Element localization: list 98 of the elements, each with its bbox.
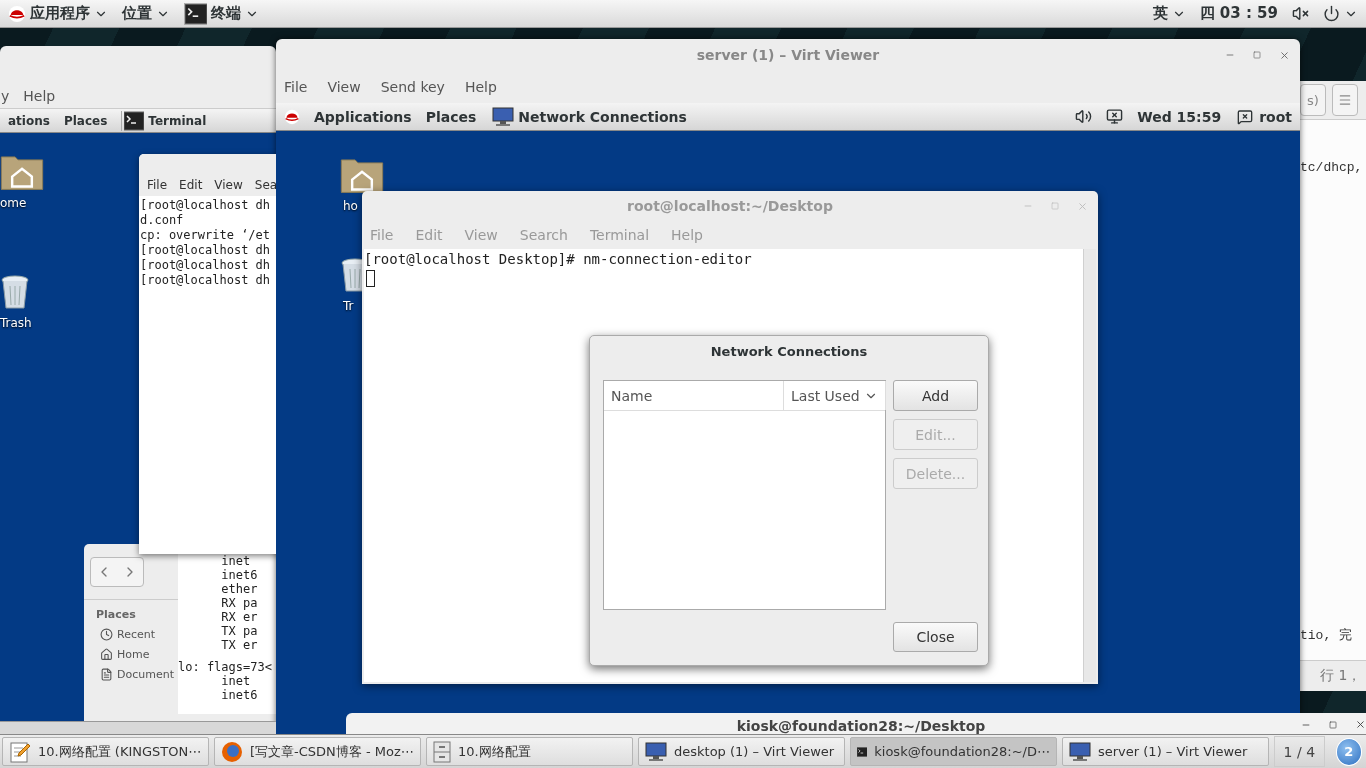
menu-item[interactable]: y bbox=[1, 88, 10, 104]
menu-item[interactable]: File bbox=[284, 79, 308, 95]
window-title: server (1) – Virt Viewer bbox=[696, 47, 880, 63]
sidebar-heading: Places bbox=[96, 608, 136, 621]
distro-logo bbox=[284, 108, 300, 125]
document-icon bbox=[100, 668, 113, 681]
icon-label: ome bbox=[0, 196, 27, 211]
terminal-line: [root@localhost dh bbox=[140, 198, 272, 213]
monitor-icon bbox=[1069, 741, 1091, 762]
dialog-button[interactable]: Add bbox=[893, 380, 978, 411]
column-header[interactable]: Name bbox=[604, 381, 784, 410]
terminal-line: inet bbox=[220, 554, 252, 568]
terminal-line: [root@localhost dh bbox=[140, 243, 272, 258]
menu-item[interactable]: Sea bbox=[254, 178, 276, 192]
terminal-line: inet6 bbox=[220, 568, 259, 582]
terminal-line: TX er bbox=[220, 638, 259, 652]
terminal-line: [root@localhost dh bbox=[140, 273, 272, 288]
taskbar-button[interactable]: kiosk@foundation28:~/D⋯ bbox=[850, 737, 1057, 766]
scrollbar[interactable] bbox=[1083, 249, 1096, 682]
monitor-icon bbox=[645, 741, 667, 762]
window-title: kiosk@foundation28:~/Desktop bbox=[736, 717, 986, 734]
clock-icon bbox=[100, 628, 113, 641]
close-icon[interactable] bbox=[1279, 49, 1290, 61]
text-line: tio, 完 bbox=[1300, 627, 1353, 644]
terminal-line: RX er bbox=[220, 610, 259, 624]
terminal-line: [root@localhost Desktop]# nm-connection-editor bbox=[364, 251, 753, 268]
close-button[interactable]: Close bbox=[893, 622, 978, 652]
taskbar-button[interactable]: 10.网络配置 (KINGSTON⋯ bbox=[2, 737, 209, 766]
home-folder-icon bbox=[340, 156, 384, 194]
power-icon bbox=[1323, 5, 1340, 22]
monitor-icon bbox=[492, 106, 515, 127]
taskbar-button[interactable]: server (1) – Virt Viewer bbox=[1062, 737, 1269, 766]
maximize-icon[interactable] bbox=[1253, 51, 1261, 59]
terminal-line: cp: overwrite ‘/et bbox=[140, 228, 272, 243]
terminal-line: [root@localhost dh bbox=[140, 258, 272, 273]
terminal-line: ether bbox=[220, 582, 259, 596]
maximize-icon[interactable] bbox=[1329, 720, 1337, 729]
workspace-indicator[interactable]: 1 / 4 bbox=[1274, 736, 1325, 767]
panel-menu[interactable]: Applications bbox=[314, 108, 412, 125]
panel-app-label[interactable]: Network Connections bbox=[518, 108, 687, 125]
close-icon[interactable] bbox=[1355, 719, 1366, 730]
column-header[interactable]: Last Used bbox=[784, 381, 886, 410]
text-editor-icon bbox=[9, 740, 31, 763]
text-line: tc/dhcp, bbox=[1300, 160, 1364, 175]
panel-menu[interactable]: Places bbox=[425, 108, 477, 125]
sidebar-item[interactable]: Document bbox=[96, 668, 174, 681]
network-disconnected-icon[interactable] bbox=[1106, 108, 1124, 125]
terminal-line: TX pa bbox=[220, 624, 259, 638]
sidebar-item[interactable]: Home bbox=[96, 648, 150, 661]
text-cursor bbox=[366, 270, 375, 287]
menu-item[interactable]: File bbox=[147, 178, 168, 192]
sidebar-item[interactable]: Recent bbox=[96, 628, 156, 641]
trash-icon bbox=[0, 274, 30, 311]
terminal-line: inet6 bbox=[220, 688, 259, 702]
panel-app-label[interactable]: Terminal bbox=[148, 113, 207, 128]
panel-menu[interactable]: ations bbox=[8, 113, 50, 128]
maximize-icon[interactable] bbox=[1051, 202, 1059, 210]
browser-icon bbox=[221, 740, 243, 763]
places-menu[interactable]: 位置 bbox=[122, 4, 170, 23]
distro-logo bbox=[8, 4, 26, 23]
menu-button[interactable] bbox=[1332, 84, 1358, 116]
app-menu[interactable]: 终端 bbox=[184, 2, 265, 25]
window-title: root@localhost:~/Desktop bbox=[627, 198, 833, 214]
icon-label: Trash bbox=[0, 316, 32, 331]
panel-menu[interactable]: Places bbox=[63, 113, 108, 128]
terminal-line: RX pa bbox=[220, 596, 259, 610]
menu-item[interactable]: Help bbox=[464, 79, 497, 95]
system-menu[interactable] bbox=[1323, 5, 1358, 22]
home-icon bbox=[100, 648, 113, 661]
user-icon bbox=[1237, 108, 1254, 125]
taskbar-button[interactable]: 10.网络配置 bbox=[426, 737, 633, 766]
applications-menu[interactable]: 应用程序 bbox=[8, 4, 108, 23]
taskbar-button[interactable]: [写文章-CSDN博客 - Moz⋯ bbox=[214, 737, 421, 766]
menu-item[interactable]: View bbox=[327, 79, 361, 95]
volume-icon[interactable] bbox=[1075, 108, 1093, 125]
terminal-line: inet bbox=[220, 674, 252, 688]
file-cabinet-icon bbox=[433, 740, 451, 763]
terminal-icon bbox=[185, 2, 207, 25]
icon-label: ho bbox=[342, 199, 358, 214]
menu-item[interactable]: Help bbox=[23, 88, 56, 104]
volume-muted-icon[interactable] bbox=[1292, 5, 1309, 22]
status-text: 行 1， bbox=[1320, 667, 1362, 685]
menu-item[interactable]: View bbox=[214, 178, 243, 192]
input-method-menu[interactable]: 英 bbox=[1152, 4, 1186, 23]
terminal-line: lo: flags=73< bbox=[178, 660, 273, 674]
menu-item[interactable]: Edit bbox=[179, 178, 203, 192]
terminal-line: d.conf bbox=[140, 213, 185, 228]
taskbar-button[interactable]: desktop (1) – Virt Viewer bbox=[638, 737, 845, 766]
connection-list[interactable]: Name Last Used bbox=[603, 380, 886, 610]
clock[interactable]: 四 03 : 59 bbox=[1199, 4, 1278, 23]
terminal-icon bbox=[124, 110, 145, 131]
home-folder-icon bbox=[0, 153, 44, 191]
clock[interactable]: Wed 15:59 bbox=[1137, 108, 1222, 125]
icon-label: Tr bbox=[342, 299, 354, 314]
dialog-title: Network Connections bbox=[710, 343, 868, 359]
user-menu[interactable]: root bbox=[1259, 108, 1292, 125]
menu-icon bbox=[1338, 93, 1352, 107]
menu-item[interactable]: Send key bbox=[380, 79, 445, 95]
